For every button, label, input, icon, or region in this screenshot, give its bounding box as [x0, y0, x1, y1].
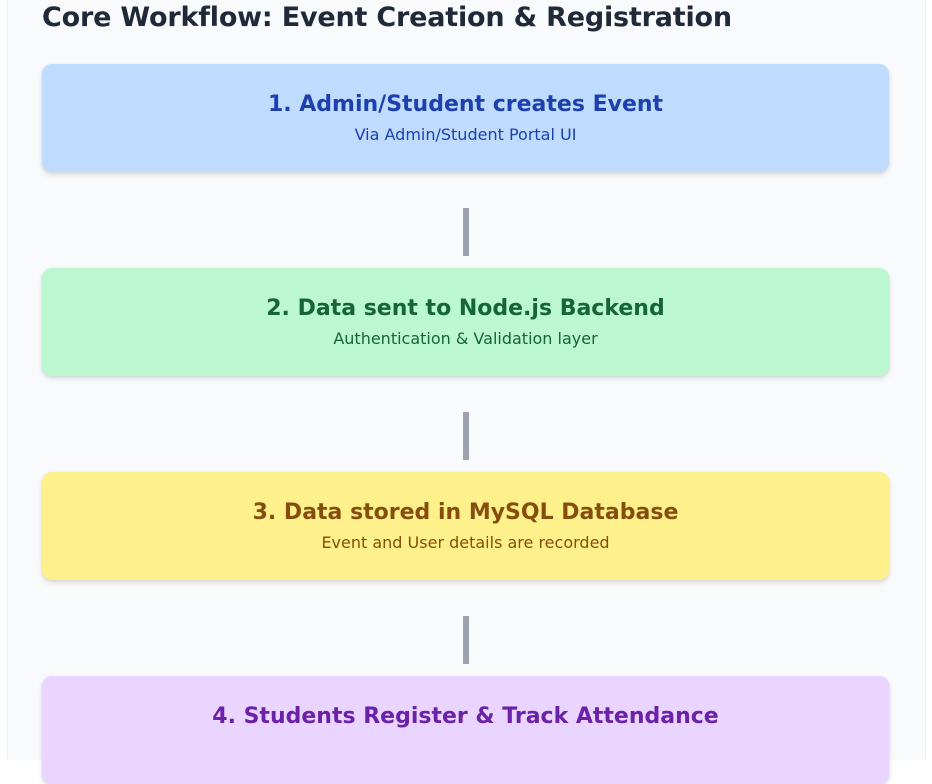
- workflow-step-4: 4. Students Register & Track Attendance: [42, 676, 889, 784]
- step-2-subtitle: Authentication & Validation layer: [333, 329, 598, 348]
- workflow-step-1: 1. Admin/Student creates Event Via Admin…: [42, 64, 889, 172]
- step-3-subtitle: Event and User details are recorded: [321, 533, 610, 552]
- step-4-title: 4. Students Register & Track Attendance: [212, 704, 719, 729]
- step-1-title: 1. Admin/Student creates Event: [267, 92, 664, 117]
- page-title: Core Workflow: Event Creation & Registra…: [42, 2, 732, 33]
- workflow-step-3: 3. Data stored in MySQL Database Event a…: [42, 472, 889, 580]
- step-2-title: 2. Data sent to Node.js Backend: [266, 296, 665, 321]
- connector-line-1: [463, 208, 469, 256]
- connector-line-2: [463, 412, 469, 460]
- step-3-title: 3. Data stored in MySQL Database: [252, 500, 679, 525]
- step-1-subtitle: Via Admin/Student Portal UI: [354, 125, 577, 144]
- workflow-step-2: 2. Data sent to Node.js Backend Authenti…: [42, 268, 889, 376]
- connector-line-3: [463, 616, 469, 664]
